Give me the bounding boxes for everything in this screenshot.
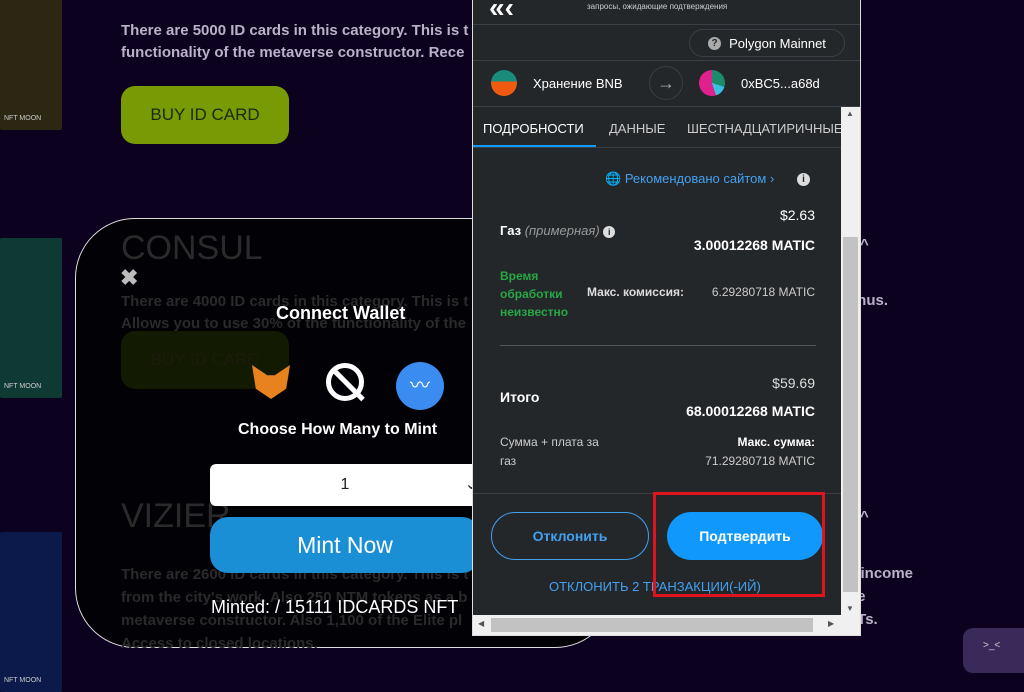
total-usd: $59.69: [772, 375, 815, 391]
max-sum: Макс. сумма: 71.29280718 MATIC: [705, 435, 815, 468]
back-arrows-icon[interactable]: «‹: [489, 0, 514, 24]
gas-label: Газ: [500, 223, 522, 238]
gas-estimate-label: (примерная): [524, 223, 600, 238]
globe-icon: 🌐: [605, 171, 622, 186]
reject-button[interactable]: Отклонить: [491, 512, 649, 560]
highlight-box: [653, 492, 825, 597]
sum-plus-gas-label: Сумма + плата за газ: [500, 435, 599, 468]
quantity-select[interactable]: 1⌄: [210, 464, 480, 506]
chat-widget[interactable]: >_<: [963, 628, 1024, 673]
mint-now-button[interactable]: Mint Now: [210, 517, 480, 573]
connect-wallet-title: Connect Wallet: [276, 303, 406, 323]
help-icon: ?: [708, 36, 722, 50]
gas-matic: 3.00012268 MATIC: [693, 237, 815, 253]
buy-id-card-button[interactable]: BUY ID CARD: [121, 86, 289, 144]
max-fee-label: Макс. комиссия:: [587, 285, 685, 299]
metamask-popup: «‹ запросы, ожидающие подтверждения ? Pol…: [472, 0, 861, 636]
ledger-icon[interactable]: [326, 363, 365, 402]
scroll-right-icon[interactable]: ▶: [828, 619, 834, 628]
card-image-3: NFT MOON: [0, 532, 62, 692]
horizontal-scrollbar[interactable]: ◀ ▶: [473, 615, 860, 635]
info-icon[interactable]: i: [797, 173, 810, 186]
from-account[interactable]: Хранение BNB: [533, 76, 623, 91]
close-icon[interactable]: ✖: [120, 265, 138, 291]
max-fee: 6.29280718 MATIC: [711, 285, 815, 299]
caret-up-icon[interactable]: ^: [860, 234, 869, 256]
tab-hex[interactable]: ШЕСТНАДЦАТИРИЧНЫЕ: [687, 121, 841, 136]
total-label: Итого: [500, 389, 540, 405]
caret-up-icon[interactable]: ^: [860, 506, 869, 528]
total-matic: 68.00012268 MATIC: [686, 403, 815, 419]
recommended-by-site-link[interactable]: 🌐 Рекомендовано сайтом ›: [605, 171, 774, 187]
processing-time: Время обработки неизвестно: [500, 269, 569, 319]
pending-requests-label: запросы, ожидающие подтверждения: [587, 2, 728, 11]
network-selector[interactable]: ? Polygon Mainnet: [689, 29, 845, 57]
card-image-1: NFT MOON: [0, 0, 62, 130]
card-image-2: NFT MOON: [0, 238, 62, 398]
from-account-avatar: [491, 70, 517, 96]
choose-label: Choose How Many to Mint: [238, 421, 438, 438]
walletconnect-icon[interactable]: 〰: [396, 362, 444, 410]
tab-data[interactable]: ДАННЫЕ: [609, 121, 665, 136]
vertical-scrollbar[interactable]: ▲ ▼: [841, 107, 860, 615]
to-address[interactable]: 0xBC5...a68d: [741, 76, 820, 91]
scroll-up-icon[interactable]: ▲: [846, 109, 854, 118]
tab-details[interactable]: ПОДРОБНОСТИ: [483, 121, 584, 136]
scroll-down-icon[interactable]: ▼: [846, 604, 854, 613]
gas-usd: $2.63: [779, 207, 815, 223]
to-account-avatar: [699, 70, 725, 96]
section2-title: CONSUL: [121, 229, 263, 267]
info-icon[interactable]: i: [603, 226, 616, 238]
minted-count: Minted: / 15111 IDCARDS NFT: [211, 597, 459, 617]
section1-description: There are 5000 ID cards in this category…: [121, 22, 469, 61]
scroll-left-icon[interactable]: ◀: [478, 619, 484, 628]
arrow-right-icon: →: [649, 66, 683, 100]
